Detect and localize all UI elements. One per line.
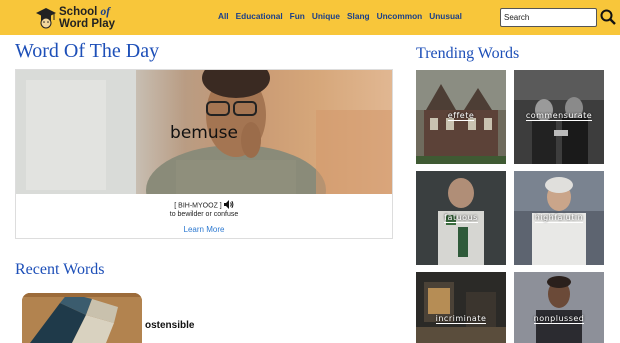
nav-fun[interactable]: Fun (290, 11, 305, 21)
trending-card-fatuous[interactable]: fatuous (416, 171, 506, 265)
trending-card-effete[interactable]: effete (416, 70, 506, 164)
trending-card-highfalutin[interactable]: highfalutin (514, 171, 604, 265)
word-of-the-day-image: bemuse (16, 70, 392, 194)
speaker-icon[interactable] (223, 200, 234, 211)
learn-more-link[interactable]: Learn More (16, 225, 392, 234)
trending-card-incriminate[interactable]: incriminate (416, 272, 506, 343)
trending-words-heading: Trending Words (416, 45, 520, 62)
nav-uncommon[interactable]: Uncommon (377, 11, 423, 21)
trending-label-commensurate: commensurate (525, 111, 593, 121)
pronunciation: [ BIH-MYOOZ ] (16, 200, 392, 211)
trending-card-commensurate[interactable]: commensurate (514, 70, 604, 164)
nav-all[interactable]: All (218, 11, 229, 21)
trending-label-incriminate: incriminate (435, 314, 487, 324)
search-input[interactable] (500, 8, 597, 27)
word-of-the-day-card: bemuse [ BIH-MYOOZ ] to bewilder or conf… (15, 69, 393, 239)
trending-label-fatuous: fatuous (444, 213, 478, 223)
header-bar: School of Word Play All Educational Fun … (0, 0, 620, 35)
trending-label-nonplussed: nonplussed (533, 314, 585, 324)
trending-label-effete: effete (447, 111, 475, 121)
definition: to bewilder or confuse (169, 211, 239, 218)
word-of-the-day-word: bemuse (170, 123, 238, 143)
logo-text: School of Word Play (59, 5, 116, 30)
recent-word-label: ostensible (145, 320, 195, 331)
recent-word-image (22, 293, 142, 343)
graduation-cap-icon (36, 6, 56, 30)
site-logo[interactable]: School of Word Play (36, 3, 115, 32)
word-of-the-day-heading: Word Of The Day (15, 40, 160, 62)
search-icon[interactable] (600, 9, 616, 25)
nav-slang[interactable]: Slang (347, 11, 370, 21)
nav-educational[interactable]: Educational (236, 11, 283, 21)
nav-unusual[interactable]: Unusual (429, 11, 462, 21)
trending-card-nonplussed[interactable]: nonplussed (514, 272, 604, 343)
trending-label-highfalutin: highfalutin (534, 213, 584, 223)
recent-word-item[interactable]: ostensible (22, 293, 322, 343)
trending-image-incriminate (416, 272, 506, 343)
recent-words-heading: Recent Words (15, 261, 105, 278)
nav-unique[interactable]: Unique (312, 11, 340, 21)
main-nav: All Educational Fun Unique Slang Uncommo… (218, 11, 469, 21)
trending-image-nonplussed (514, 272, 604, 343)
